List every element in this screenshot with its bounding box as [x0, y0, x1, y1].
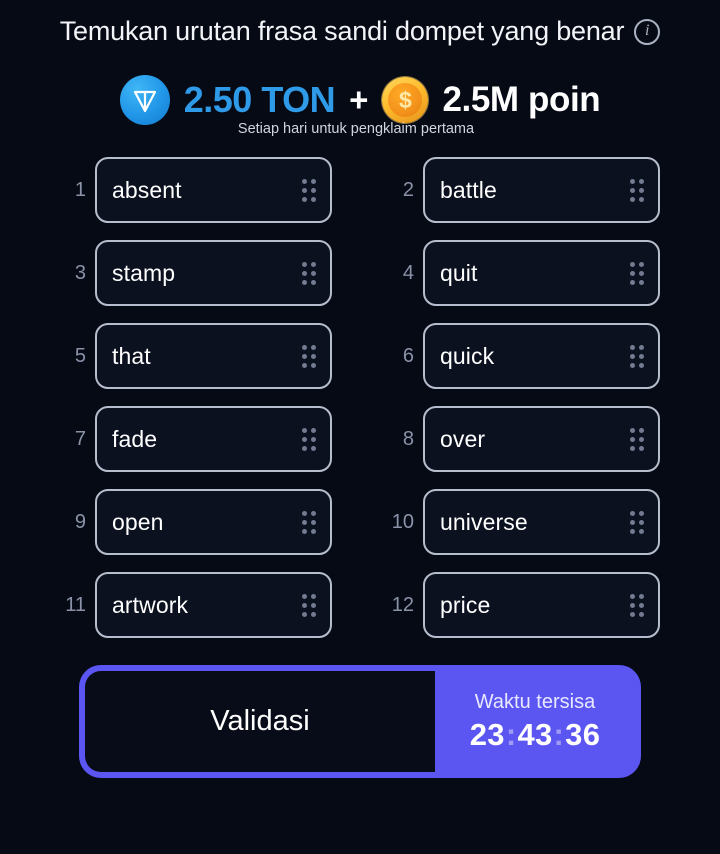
- seed-word-text: universe: [440, 508, 528, 535]
- seed-word-text: quick: [440, 342, 495, 369]
- seed-word-row: 5 that: [60, 323, 332, 389]
- timer-label: Waktu tersisa: [474, 690, 596, 713]
- points-reward-amount: 2.5M poin: [442, 80, 601, 119]
- seed-word-card[interactable]: artwork: [95, 572, 332, 638]
- seed-word-card[interactable]: quit: [423, 240, 660, 306]
- seed-word-card[interactable]: absent: [95, 157, 332, 223]
- points-coin-icon: $: [382, 77, 429, 123]
- seed-word-index: 5: [74, 344, 86, 367]
- seed-word-text: battle: [440, 176, 497, 203]
- drag-handle-icon[interactable]: [630, 427, 644, 451]
- seed-word-text: fade: [112, 425, 158, 452]
- seed-word-row: 11 artwork: [60, 572, 332, 638]
- seed-word-row: 7 fade: [60, 406, 332, 472]
- points-coin-glyph: $: [388, 83, 423, 117]
- validate-button[interactable]: Validasi: [85, 671, 435, 772]
- timer-hours: 23: [469, 716, 505, 752]
- seed-word-row: 4 quit: [388, 240, 660, 306]
- reward-plus-sign: +: [349, 81, 369, 118]
- seed-word-text: that: [112, 342, 151, 369]
- seed-word-text: quit: [440, 259, 478, 286]
- seed-word-index: 4: [402, 261, 414, 284]
- drag-handle-icon[interactable]: [630, 178, 644, 202]
- seed-word-index: 12: [391, 593, 414, 616]
- timer-minutes: 43: [517, 716, 553, 752]
- ton-reward-amount: 2.50 TON: [183, 79, 336, 120]
- seed-word-card[interactable]: over: [423, 406, 660, 472]
- page-title: Temukan urutan frasa sandi dompet yang b…: [59, 16, 625, 46]
- drag-handle-icon[interactable]: [630, 261, 644, 285]
- info-icon[interactable]: i: [634, 18, 661, 45]
- page-header: Temukan urutan frasa sandi dompet yang b…: [0, 16, 720, 47]
- seed-word-row: 3 stamp: [60, 240, 332, 306]
- seed-word-index: 11: [65, 593, 86, 616]
- reward-note: Setiap hari untuk pengklaim pertama: [237, 121, 475, 137]
- seed-word-card[interactable]: quick: [423, 323, 660, 389]
- seed-word-row: 9 open: [60, 489, 332, 555]
- seed-word-card[interactable]: stamp: [95, 240, 332, 306]
- seed-phrase-grid: 1 absent 2 battle 3 stamp 4 quit 5 that 6 quick 7 fad…: [60, 157, 660, 638]
- seed-word-text: stamp: [112, 259, 176, 286]
- seed-word-row: 10 universe: [388, 489, 660, 555]
- seed-word-index: 9: [74, 510, 86, 533]
- timer-separator-2: :: [553, 716, 565, 752]
- seed-word-text: over: [440, 425, 486, 452]
- seed-word-index: 7: [74, 427, 86, 450]
- seed-word-index: 2: [402, 178, 414, 201]
- seed-word-index: 8: [402, 427, 414, 450]
- seed-word-index: 10: [391, 510, 414, 533]
- drag-handle-icon[interactable]: [630, 510, 644, 534]
- drag-handle-icon[interactable]: [302, 593, 316, 617]
- ton-coin-icon: [119, 75, 170, 125]
- reward-banner: 2.50 TON + $ 2.5M poin Setiap hari untuk…: [0, 65, 720, 137]
- drag-handle-icon[interactable]: [630, 344, 644, 368]
- drag-handle-icon[interactable]: [302, 178, 316, 202]
- seed-word-card[interactable]: price: [423, 572, 660, 638]
- seed-word-row: 6 quick: [388, 323, 660, 389]
- seed-word-row: 12 price: [388, 572, 660, 638]
- drag-handle-icon[interactable]: [302, 261, 316, 285]
- seed-word-card[interactable]: fade: [95, 406, 332, 472]
- seed-word-index: 1: [74, 178, 86, 201]
- wallet-seed-phrase-screen: Temukan urutan frasa sandi dompet yang b…: [0, 0, 720, 854]
- seed-word-card[interactable]: that: [95, 323, 332, 389]
- seed-word-row: 2 battle: [388, 157, 660, 223]
- timer-panel: Waktu tersisa 23 : 43 : 36: [435, 671, 635, 772]
- timer-seconds: 36: [565, 716, 601, 752]
- timer-value: 23 : 43 : 36: [470, 717, 601, 753]
- seed-word-row: 8 over: [388, 406, 660, 472]
- seed-word-index: 6: [402, 344, 414, 367]
- timer-separator-1: :: [505, 716, 517, 752]
- drag-handle-icon[interactable]: [302, 510, 316, 534]
- seed-word-card[interactable]: battle: [423, 157, 660, 223]
- seed-word-index: 3: [74, 261, 86, 284]
- seed-word-card[interactable]: open: [95, 489, 332, 555]
- drag-handle-icon[interactable]: [302, 427, 316, 451]
- seed-word-text: absent: [112, 176, 182, 203]
- seed-word-text: artwork: [112, 591, 189, 618]
- seed-word-card[interactable]: universe: [423, 489, 660, 555]
- drag-handle-icon[interactable]: [302, 344, 316, 368]
- reward-row: 2.50 TON + $ 2.5M poin: [119, 75, 601, 125]
- seed-word-text: price: [440, 591, 491, 618]
- drag-handle-icon[interactable]: [630, 593, 644, 617]
- seed-word-row: 1 absent: [60, 157, 332, 223]
- seed-word-text: open: [112, 508, 164, 535]
- action-bar: Validasi Waktu tersisa 23 : 43 : 36: [79, 665, 641, 778]
